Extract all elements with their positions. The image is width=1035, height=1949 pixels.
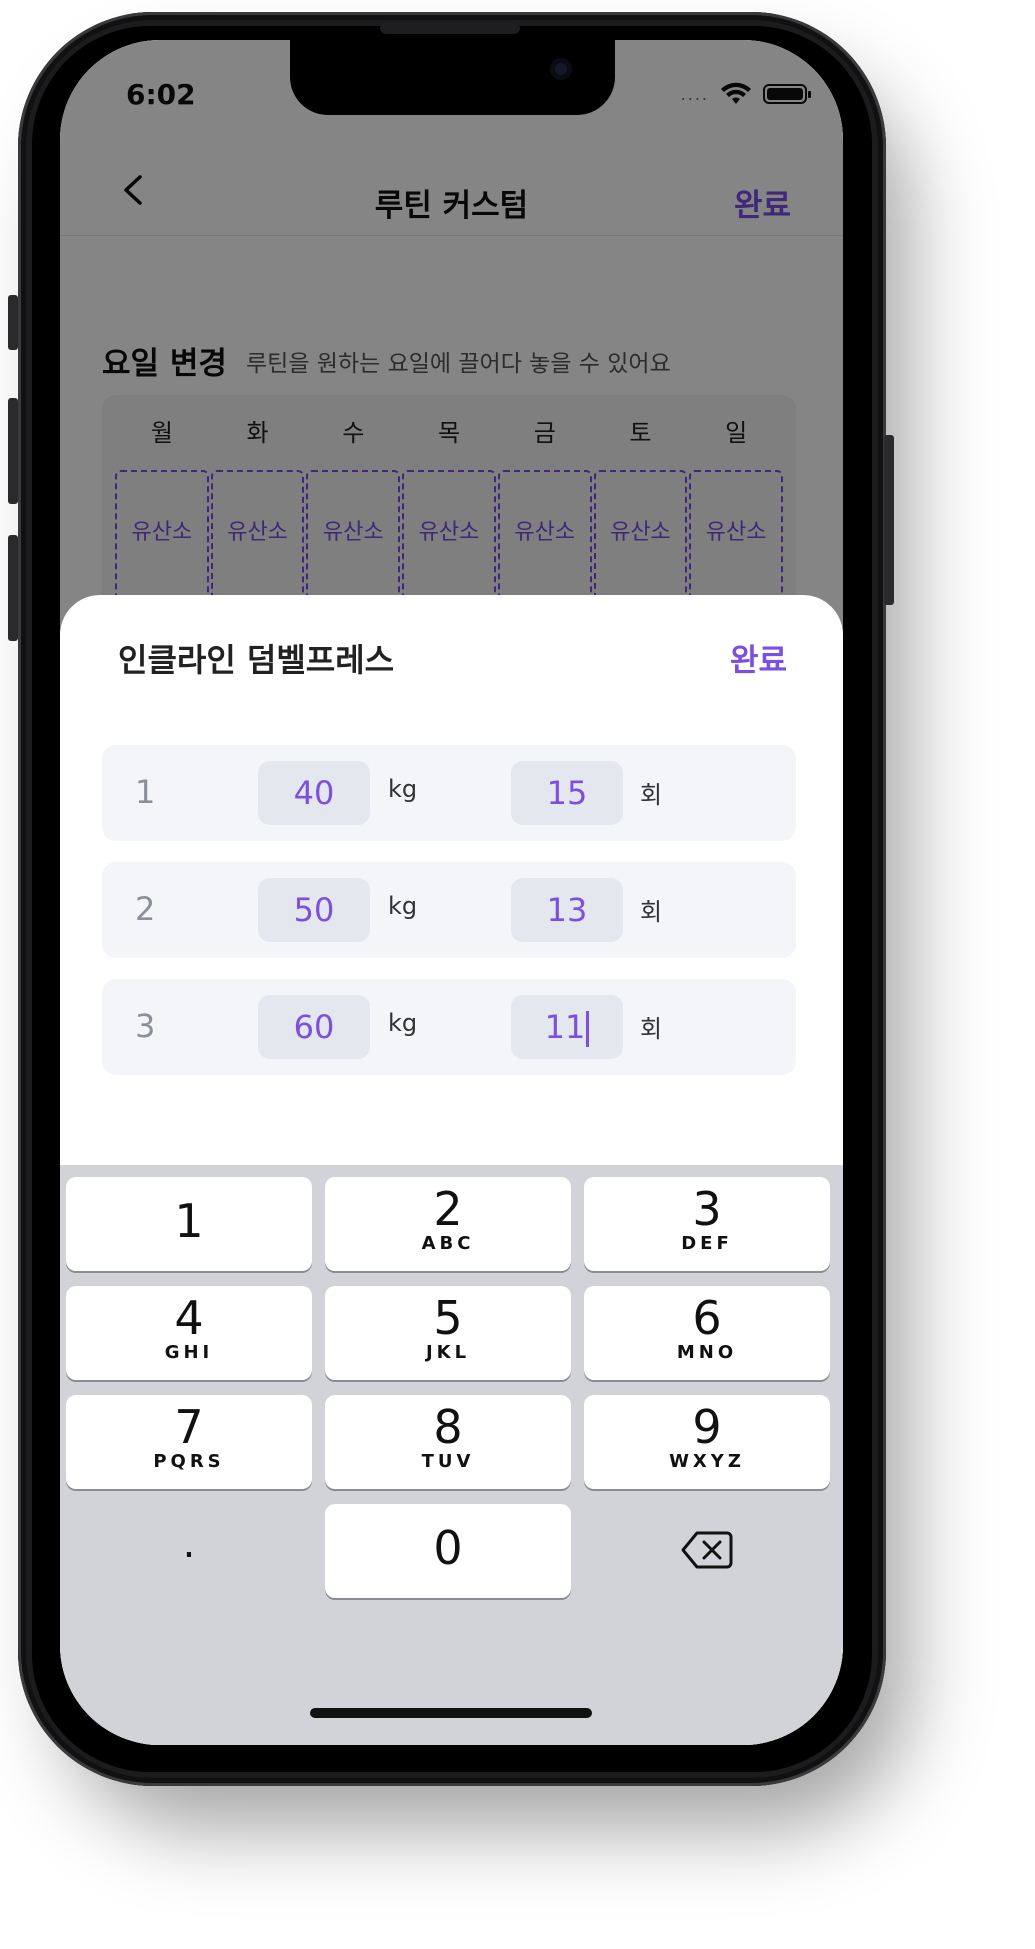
key-letters: JKL (425, 1342, 471, 1363)
key-letters: GHI (164, 1342, 214, 1363)
key-letters: PQRS (153, 1451, 225, 1472)
key-digit: 4 (174, 1291, 204, 1345)
key-letters: MNO (676, 1342, 738, 1363)
key-digit: 3 (692, 1182, 722, 1236)
set-row: 1 40 kg 15 회 (102, 745, 796, 841)
weight-input[interactable]: 50 (258, 878, 370, 942)
key-digit: 6 (692, 1291, 722, 1345)
power-button (884, 435, 894, 605)
key-2[interactable]: 2 ABC (325, 1177, 571, 1271)
reps-input[interactable]: 13 (511, 878, 623, 942)
key-letters: TUV (421, 1451, 475, 1472)
reps-unit: 회 (640, 898, 663, 926)
key-letters: DEF (681, 1233, 733, 1254)
set-number: 1 (135, 773, 156, 811)
mute-switch (8, 295, 18, 350)
set-row: 2 50 kg 13 회 (102, 862, 796, 958)
front-camera (550, 58, 572, 80)
volume-down-button (8, 535, 18, 641)
key-digit: 7 (174, 1400, 204, 1454)
set-row: 3 60 kg 11 회 (102, 979, 796, 1075)
key-digit: 2 (433, 1182, 463, 1236)
sheet-done-button[interactable]: 완료 (730, 635, 787, 680)
key-digit: 8 (433, 1400, 463, 1454)
reps-input[interactable]: 15 (511, 761, 623, 825)
key-4[interactable]: 4 GHI (66, 1286, 312, 1380)
weight-input[interactable]: 60 (258, 995, 370, 1059)
screen: 6:02 .... 루틴 커스텀 완료 요일 변경 루틴을 원하는 요일에 끌어… (60, 40, 843, 1745)
numeric-keypad: 1 2 ABC 3 DEF 4 GHI 5 JKL 6 MNO 7 PQRS 8… (60, 1165, 843, 1745)
volume-up-button (8, 398, 18, 504)
reps-input-active[interactable]: 11 (511, 995, 623, 1059)
key-3[interactable]: 3 DEF (584, 1177, 830, 1271)
text-caret (586, 1011, 590, 1047)
key-7[interactable]: 7 PQRS (66, 1395, 312, 1489)
key-0[interactable]: 0 (325, 1504, 571, 1598)
weight-unit: kg (388, 775, 418, 803)
set-number: 3 (135, 1007, 156, 1045)
reps-value: 11 (544, 1008, 586, 1046)
exercise-title: 인클라인 덤벨프레스 (118, 641, 395, 679)
key-5[interactable]: 5 JKL (325, 1286, 571, 1380)
weight-unit: kg (388, 1009, 418, 1037)
reps-unit: 회 (640, 781, 663, 809)
key-delete[interactable] (584, 1504, 830, 1598)
key-letters: WXYZ (669, 1451, 745, 1472)
key-letters: ABC (421, 1233, 475, 1254)
weight-input[interactable]: 40 (258, 761, 370, 825)
home-indicator[interactable] (310, 1708, 592, 1718)
key-dot[interactable]: . (66, 1504, 312, 1598)
key-1[interactable]: 1 (66, 1177, 312, 1271)
key-8[interactable]: 8 TUV (325, 1395, 571, 1489)
key-digit: . (182, 1521, 196, 1567)
key-digit: 5 (433, 1291, 463, 1345)
reps-unit: 회 (640, 1015, 663, 1043)
backspace-icon (681, 1531, 733, 1569)
key-digit: 1 (174, 1194, 204, 1248)
set-number: 2 (135, 890, 156, 928)
weight-unit: kg (388, 892, 418, 920)
key-9[interactable]: 9 WXYZ (584, 1395, 830, 1489)
speaker-grille (380, 22, 520, 34)
key-6[interactable]: 6 MNO (584, 1286, 830, 1380)
key-digit: 9 (692, 1400, 722, 1454)
notch (290, 40, 615, 115)
key-digit: 0 (433, 1521, 463, 1575)
